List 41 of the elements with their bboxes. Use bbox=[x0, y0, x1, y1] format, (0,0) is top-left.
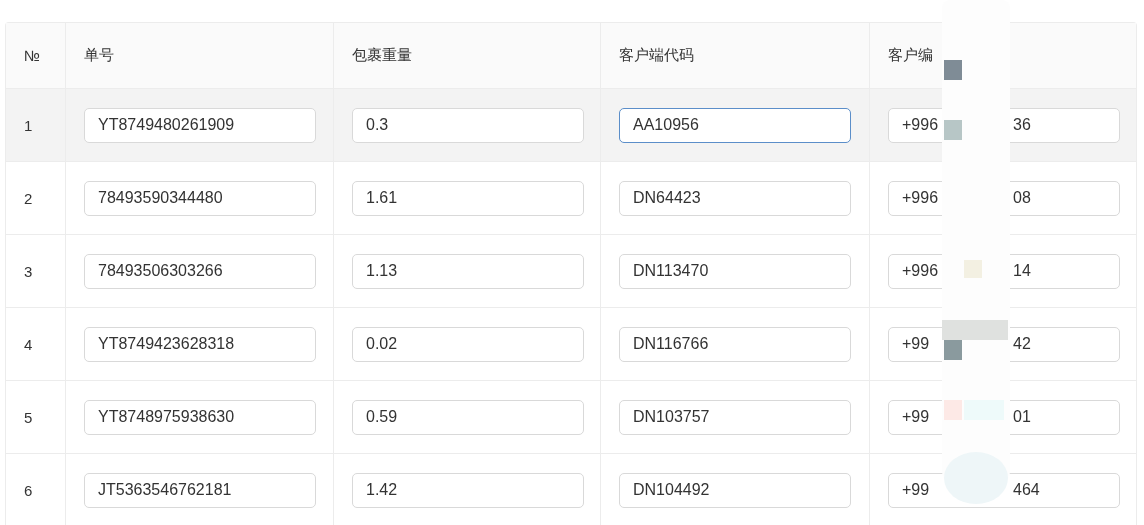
input-field[interactable]: 1.42 bbox=[352, 472, 584, 508]
column-header: № bbox=[24, 47, 41, 64]
phone-prefix: +99 bbox=[902, 335, 931, 353]
column-header: 客户端代码 bbox=[619, 46, 694, 65]
phone-suffix: 36 bbox=[1013, 116, 1031, 134]
column-header: 包裹重量 bbox=[352, 46, 412, 65]
input-field[interactable]: DN113470 bbox=[619, 253, 851, 289]
row-number: 6 bbox=[24, 481, 33, 499]
input-field[interactable]: 0.02 bbox=[352, 326, 584, 362]
phone-prefix: +996 bbox=[902, 116, 940, 134]
input-field[interactable]: DN64423 bbox=[619, 180, 851, 216]
phone-suffix: 08 bbox=[1013, 189, 1031, 207]
input-field[interactable]: 78493590344480 bbox=[84, 180, 316, 216]
row-number: 2 bbox=[24, 189, 33, 207]
phone-prefix: +99 bbox=[902, 408, 931, 426]
input-field[interactable]: DN104492 bbox=[619, 472, 851, 508]
row-number: 5 bbox=[24, 408, 33, 426]
phone-prefix: +996 bbox=[902, 189, 940, 207]
phone-suffix: 42 bbox=[1013, 335, 1031, 353]
phone-suffix: 464 bbox=[1013, 481, 1040, 499]
input-field[interactable]: YT8748975938630 bbox=[84, 399, 316, 435]
row-number: 4 bbox=[24, 335, 33, 353]
phone-prefix: +996 bbox=[902, 262, 940, 280]
column-header: 客户编 bbox=[888, 46, 933, 65]
input-field[interactable]: 0.3 bbox=[352, 107, 584, 143]
input-field[interactable]: JT5363546762181 bbox=[84, 472, 316, 508]
input-field[interactable]: 0.59 bbox=[352, 399, 584, 435]
phone-suffix: 14 bbox=[1013, 262, 1031, 280]
phone-suffix: 01 bbox=[1013, 408, 1031, 426]
input-field[interactable]: 78493506303266 bbox=[84, 253, 316, 289]
input-field[interactable]: 1.13 bbox=[352, 253, 584, 289]
input-field[interactable]: DN116766 bbox=[619, 326, 851, 362]
row-number: 1 bbox=[24, 116, 33, 134]
input-field[interactable]: DN103757 bbox=[619, 399, 851, 435]
input-field[interactable]: AA10956 bbox=[619, 107, 851, 143]
row-number: 3 bbox=[24, 262, 33, 280]
input-field[interactable]: YT8749423628318 bbox=[84, 326, 316, 362]
column-header: 单号 bbox=[84, 46, 114, 65]
phone-prefix: +99 bbox=[902, 481, 931, 499]
input-field[interactable]: YT8749480261909 bbox=[84, 107, 316, 143]
input-field[interactable]: 1.61 bbox=[352, 180, 584, 216]
